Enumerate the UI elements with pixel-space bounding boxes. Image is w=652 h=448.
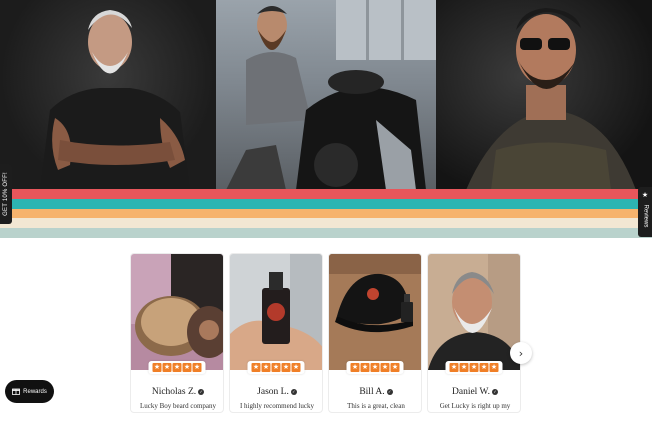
stripe-teal	[0, 198, 652, 209]
star-icon: ★	[291, 363, 301, 372]
review-photo-beard-products	[131, 254, 223, 370]
reviews-carousel: ★ ★ ★ ★ ★ Nicholas Z. ✓ Lucky Boy beard compa…	[130, 253, 522, 413]
rating-stars: ★ ★ ★ ★ ★	[148, 361, 206, 374]
discount-tab-label: GET 10% OFF!	[3, 172, 10, 216]
reviewer-name: Daniel W. ✓	[452, 387, 498, 397]
review-text: Lucky Boy beard company	[139, 402, 216, 410]
stripe-sage	[0, 228, 652, 238]
reviews-tab-label: Reviews	[642, 204, 648, 228]
star-icon: ★	[380, 363, 390, 372]
review-card[interactable]: ★ ★ ★ ★ ★ Bill A. ✓ This is a great, clean	[328, 253, 422, 413]
review-card[interactable]: ★ ★ ★ ★ ★ Jason L. ✓ I highly recommend lucky	[229, 253, 323, 413]
star-icon: ★	[641, 191, 649, 199]
review-text: Get Lucky is right up my	[439, 402, 511, 410]
reviews-tab[interactable]: ★ Reviews	[638, 187, 652, 237]
hero-image-motorcycle-man	[216, 0, 436, 190]
stripe-orange	[0, 208, 652, 219]
reviewer-name: Jason L. ✓	[257, 387, 297, 397]
review-photo-cap-and-bottle	[329, 254, 421, 370]
star-icon: ★	[152, 363, 162, 372]
hero-image-silver-beard-man	[0, 0, 216, 190]
rating-stars: ★ ★ ★ ★ ★	[247, 361, 305, 374]
discount-tab[interactable]: GET 10% OFF!	[0, 164, 12, 224]
stripe-red	[0, 189, 652, 199]
star-icon: ★	[192, 363, 202, 372]
hero-banner	[0, 0, 652, 190]
star-icon: ★	[459, 363, 469, 372]
rating-stars: ★ ★ ★ ★ ★	[346, 361, 404, 374]
carousel-next-button[interactable]: ›	[510, 342, 532, 364]
review-text: I highly recommend lucky	[239, 402, 315, 410]
star-icon: ★	[390, 363, 400, 372]
star-icon: ★	[271, 363, 281, 372]
stripe-cream	[0, 218, 652, 229]
star-icon: ★	[479, 363, 489, 372]
verified-icon: ✓	[386, 388, 393, 395]
star-icon: ★	[261, 363, 271, 372]
review-card[interactable]: ★ ★ ★ ★ ★ Daniel W. ✓ Get Lucky is right up m…	[427, 253, 521, 413]
rewards-button[interactable]: Rewards	[5, 380, 54, 403]
star-icon: ★	[360, 363, 370, 372]
rewards-label: Rewards	[23, 388, 47, 395]
verified-icon: ✓	[492, 388, 498, 395]
star-icon: ★	[281, 363, 291, 372]
star-icon: ★	[162, 363, 172, 372]
gift-icon	[12, 387, 21, 397]
star-icon: ★	[350, 363, 360, 372]
verified-icon: ✓	[198, 388, 205, 395]
rating-stars: ★ ★ ★ ★ ★	[445, 361, 503, 374]
reviewer-name: Bill A. ✓	[359, 387, 393, 397]
reviewer-name: Nicholas Z. ✓	[151, 387, 205, 397]
star-icon: ★	[172, 363, 182, 372]
star-icon: ★	[182, 363, 192, 372]
star-icon: ★	[469, 363, 479, 372]
star-icon: ★	[251, 363, 261, 372]
review-photo-bearded-customer	[428, 254, 520, 370]
star-icon: ★	[370, 363, 380, 372]
decorative-stripes	[0, 189, 652, 238]
star-icon: ★	[489, 363, 499, 372]
review-text: This is a great, clean	[347, 402, 405, 410]
review-photo-oil-bottle	[230, 254, 322, 370]
chevron-right-icon: ›	[518, 346, 524, 360]
hero-image-sunglasses-man	[436, 0, 652, 190]
verified-icon: ✓	[290, 388, 297, 395]
review-card[interactable]: ★ ★ ★ ★ ★ Nicholas Z. ✓ Lucky Boy beard compa…	[130, 253, 224, 413]
star-icon: ★	[449, 363, 459, 372]
